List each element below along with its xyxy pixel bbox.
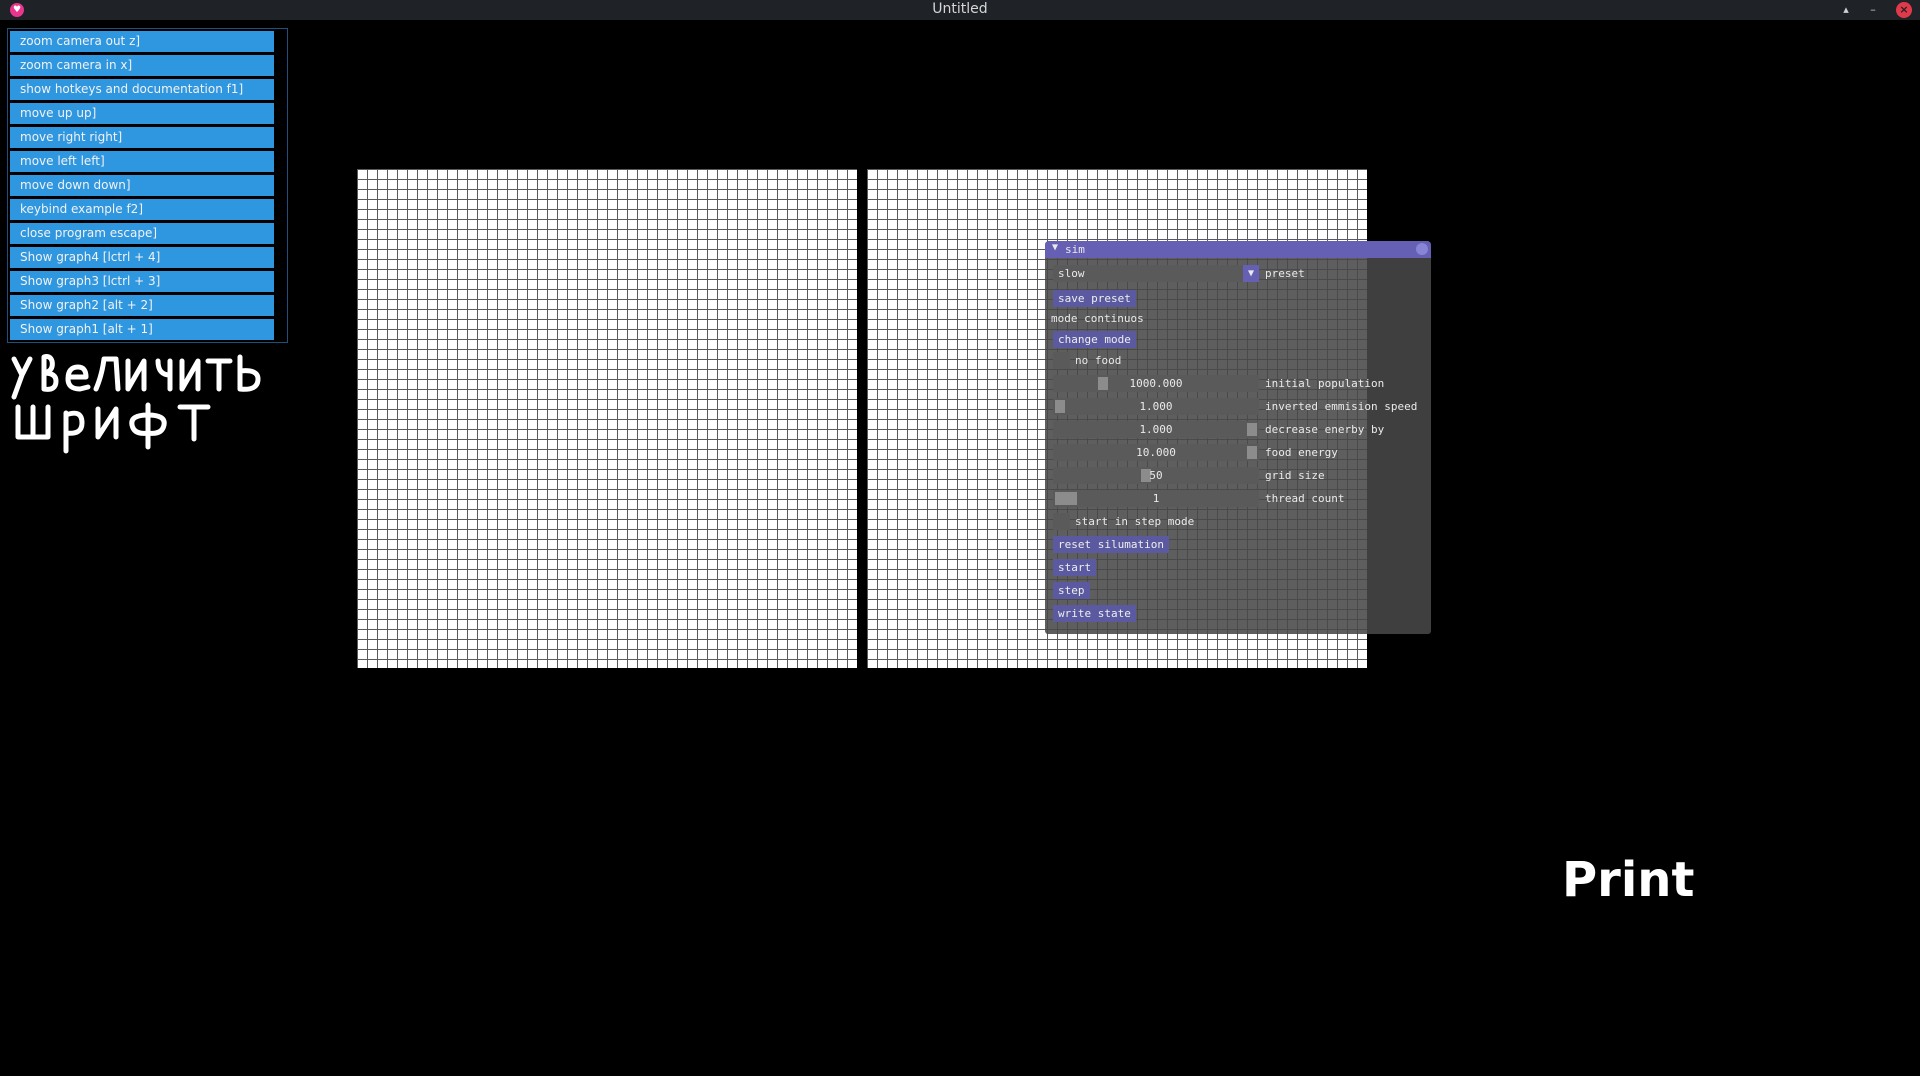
grid-size-label: grid size xyxy=(1265,469,1325,482)
hotkey-zoom-out[interactable]: zoom camera out z] xyxy=(10,31,274,52)
step-mode-label: start in step mode xyxy=(1075,515,1195,528)
decrease-enerby-by-slider[interactable]: 1.000 xyxy=(1053,421,1259,438)
thread-count-slider[interactable]: 1 xyxy=(1053,490,1259,507)
mode-text: mode continuos xyxy=(1051,312,1144,325)
reset-simulation-button[interactable]: reset silumation xyxy=(1053,536,1169,553)
sim-panel: ▼ sim slow ▼ preset save preset mode con… xyxy=(1045,241,1431,634)
hotkey-show-docs[interactable]: show hotkeys and documentation f1] xyxy=(10,79,274,100)
food-energy-value: 10.000 xyxy=(1136,446,1176,459)
step-button[interactable]: step xyxy=(1053,582,1090,599)
hotkey-show-graph2[interactable]: Show graph2 [alt + 2] xyxy=(10,295,274,316)
hotkey-move-down[interactable]: move down down] xyxy=(10,175,274,196)
thread-count-value: 1 xyxy=(1152,492,1160,505)
food-energy-label: food energy xyxy=(1265,446,1338,459)
inverted-emmision-speed-slider[interactable]: 1.000 xyxy=(1053,398,1259,415)
hotkey-show-graph3[interactable]: Show graph3 [lctrl + 3] xyxy=(10,271,274,292)
hotkey-close-program[interactable]: close program escape] xyxy=(10,223,274,244)
hotkey-move-right[interactable]: move right right] xyxy=(10,127,274,148)
hotkey-move-up[interactable]: move up up] xyxy=(10,103,274,124)
step-mode-checkbox[interactable] xyxy=(1053,513,1070,530)
inverted-emmision-speed-value: 1.000 xyxy=(1139,400,1173,413)
thread-count-label: thread count xyxy=(1265,492,1345,505)
change-mode-button[interactable]: change mode xyxy=(1053,331,1136,348)
simulation-grid-left[interactable] xyxy=(357,169,857,668)
sim-panel-header[interactable]: ▼ sim xyxy=(1045,241,1431,258)
minimize-icon[interactable]: – xyxy=(1865,2,1881,18)
food-energy-slider[interactable]: 10.000 xyxy=(1053,444,1259,461)
window-title: Untitled xyxy=(932,1,988,17)
collapse-icon[interactable]: ▼ xyxy=(1052,242,1058,253)
grid-size-slider[interactable]: 50 xyxy=(1053,467,1259,484)
decrease-enerby-by-value: 1.000 xyxy=(1139,423,1173,436)
grid-size-value: 50 xyxy=(1149,469,1163,482)
write-state-button[interactable]: write state xyxy=(1053,605,1136,622)
print-label: Print xyxy=(1562,852,1695,908)
inverted-emmision-speed-label: inverted emmision speed xyxy=(1265,400,1418,413)
chevron-down-icon[interactable]: ▼ xyxy=(1243,265,1259,282)
hotkey-move-left[interactable]: move left left] xyxy=(10,151,274,172)
initial-population-slider[interactable]: 1000.000 xyxy=(1053,375,1259,392)
no-food-label: no food xyxy=(1075,354,1122,367)
preset-combo[interactable]: slow xyxy=(1053,265,1259,282)
save-preset-button[interactable]: save preset xyxy=(1053,290,1136,307)
title-bar: ♥ Untitled ▴ – × xyxy=(0,0,1920,20)
decrease-enerby-by-label: decrease enerby by xyxy=(1265,423,1385,436)
hotkey-menu: zoom camera out z] zoom camera in x] sho… xyxy=(7,28,288,343)
close-icon[interactable]: × xyxy=(1896,2,1912,18)
preset-value: slow xyxy=(1058,267,1085,280)
initial-population-label: initial population xyxy=(1265,377,1385,390)
hotkey-zoom-in[interactable]: zoom camera in x] xyxy=(10,55,274,76)
panel-close-icon[interactable] xyxy=(1416,243,1428,255)
hotkey-show-graph1[interactable]: Show graph1 [alt + 1] xyxy=(10,319,274,340)
hotkey-show-graph4[interactable]: Show graph4 [lctrl + 4] xyxy=(10,247,274,268)
initial-population-value: 1000.000 xyxy=(1129,377,1183,390)
handwritten-note xyxy=(11,354,261,454)
start-button[interactable]: start xyxy=(1053,559,1097,576)
no-food-checkbox[interactable] xyxy=(1053,352,1070,369)
hotkey-keybind-example[interactable]: keybind example f2] xyxy=(10,199,274,220)
sim-panel-title: sim xyxy=(1065,243,1085,256)
preset-label: preset xyxy=(1265,267,1305,280)
window-up-icon[interactable]: ▴ xyxy=(1838,2,1854,18)
